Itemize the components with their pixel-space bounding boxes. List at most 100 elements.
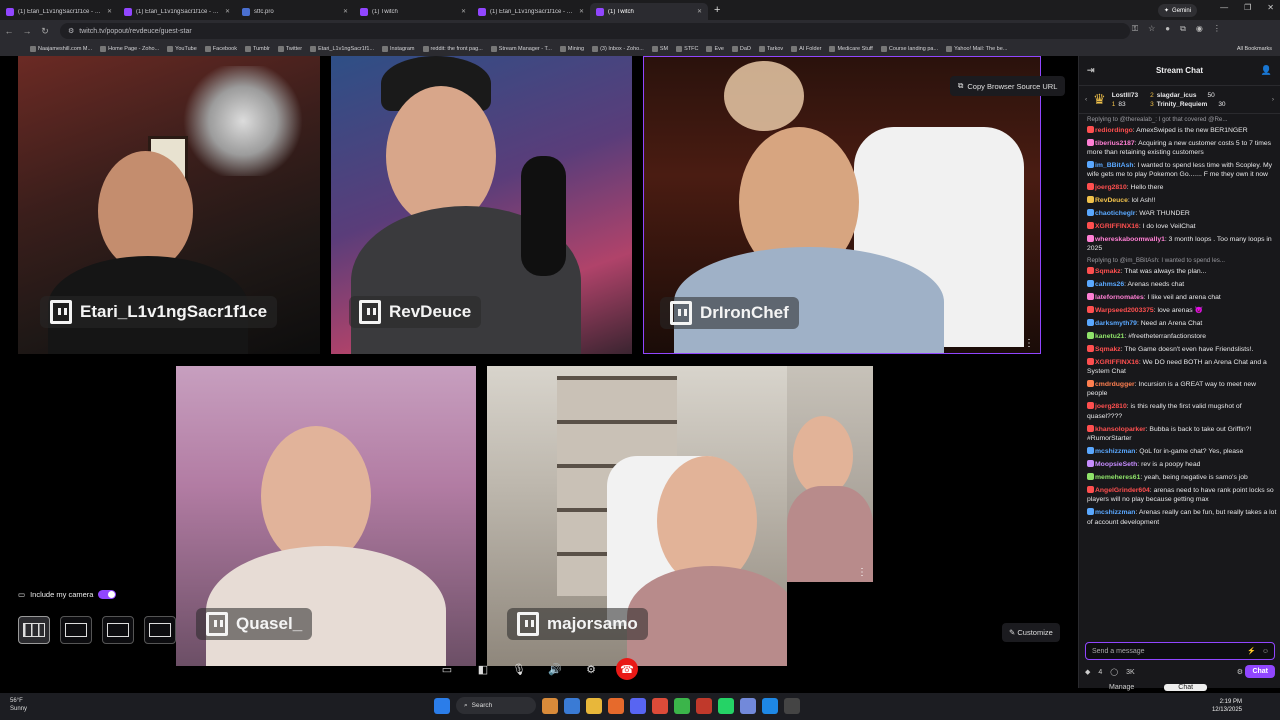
manage-tab[interactable]: Manage — [1109, 684, 1134, 691]
chat-username[interactable]: whereskaboomwally1 — [1095, 236, 1165, 243]
chat-username[interactable]: memeheres61 — [1095, 474, 1140, 481]
chat-username[interactable]: chaoticheglr — [1095, 210, 1135, 217]
app-icon[interactable] — [762, 697, 778, 714]
video-tile-majorsamo[interactable]: majorsamo — [487, 366, 787, 666]
app-icon[interactable] — [564, 697, 580, 714]
bookmark-item[interactable]: Naajameshill.com M... — [30, 46, 92, 52]
reply-context[interactable]: Replying to @im_BBitAsh: I wanted to spe… — [1087, 257, 1277, 266]
firefox-icon[interactable] — [608, 697, 624, 714]
bookmark-item[interactable]: Twitter — [277, 46, 302, 52]
layout-spotlight-button[interactable] — [102, 616, 134, 644]
chat-users-icon[interactable]: 👤 — [1261, 65, 1272, 76]
chat-message[interactable]: cahms26: Arenas needs chat — [1087, 279, 1277, 289]
chat-username[interactable]: latefornomates — [1095, 294, 1144, 301]
chat-message[interactable]: joerg2810: Hello there — [1087, 183, 1277, 192]
video-tile-quasel[interactable]: Quasel_ — [176, 366, 476, 666]
chat-message[interactable]: Sqmakz: The Game doesn't even have Frien… — [1087, 344, 1277, 354]
bookmark-item[interactable]: Tumblr — [244, 46, 270, 52]
customize-button[interactable]: ✎ Customize — [1002, 623, 1060, 642]
chat-username[interactable]: khansoloparker — [1095, 426, 1146, 433]
chat-username[interactable]: cmdrdugger — [1095, 381, 1135, 388]
audio-button[interactable]: 🔊 — [544, 658, 566, 680]
microphone-button[interactable]: 🎙 — [508, 658, 530, 680]
chat-username[interactable]: joerg2810 — [1095, 403, 1127, 410]
minimize-icon[interactable]: — — [1220, 3, 1228, 12]
bookmark-item[interactable]: Tarkov — [758, 46, 783, 52]
app-icon[interactable] — [674, 697, 690, 714]
chat-input[interactable]: Send a message ⚡ ☺ — [1085, 642, 1275, 660]
bookmark-item[interactable]: Facebook — [204, 46, 237, 52]
bookmark-item[interactable]: Eve — [706, 46, 724, 52]
chat-username[interactable]: Sqmakz — [1095, 268, 1121, 275]
chat-username[interactable]: mcshizzman — [1095, 509, 1135, 516]
close-tab-icon[interactable]: ✕ — [107, 8, 112, 15]
bookmark-item[interactable]: Instagram — [382, 46, 415, 52]
taskbar-search[interactable]: ⌕ Search — [456, 697, 536, 714]
bookmark-item[interactable]: Stream Manager - T... — [490, 46, 552, 52]
discord-icon[interactable] — [630, 697, 646, 714]
chat-message[interactable]: darksmyth79: Need an Arena Chat — [1087, 318, 1277, 328]
bookmark-item[interactable]: Mining — [559, 46, 584, 52]
bits-icon[interactable]: ◆ — [1085, 668, 1090, 676]
chat-message[interactable]: AngelGrinder604: arenas need to have ran… — [1087, 486, 1277, 505]
screen-share-button[interactable]: ▭ — [436, 658, 458, 680]
bookmark-item[interactable]: Medicare Stuff — [829, 46, 873, 52]
copy-browser-source-url-button[interactable]: ⧉ Copy Browser Source URL — [950, 76, 1066, 96]
extension-icon[interactable]: ● — [1165, 24, 1170, 34]
browser-tab[interactable]: (1) Twitch ✕ — [354, 3, 472, 20]
chat-message[interactable]: whereskaboomwally1: 3 month loops . Too … — [1087, 235, 1277, 254]
bookmark-item[interactable]: Yahoo! Mail: The be... — [946, 46, 1007, 52]
chat-message[interactable]: kanetu21: #freetheterranfactionstore — [1087, 331, 1277, 341]
chat-username[interactable]: Warpseed2003375 — [1095, 307, 1154, 314]
chat-username[interactable]: RevDeuce — [1095, 197, 1128, 204]
chat-username[interactable]: XGRIFFINX16 — [1095, 223, 1139, 230]
bookmark-star-icon[interactable]: ☆ — [1148, 24, 1155, 34]
chat-message[interactable]: im_BBitAsh: I wanted to spend less time … — [1087, 160, 1277, 180]
camera-button[interactable]: ◧ — [472, 658, 494, 680]
chat-username[interactable]: tiberius2187 — [1095, 140, 1135, 147]
toggle-switch[interactable] — [98, 590, 117, 599]
chat-tab[interactable]: Chat — [1164, 684, 1208, 691]
bookmark-item[interactable]: AI Folder — [791, 46, 821, 52]
channel-points-icon[interactable]: ◯ — [1110, 668, 1118, 676]
video-tile-preview[interactable]: ⋮ — [787, 366, 873, 582]
chat-message[interactable]: RevDeuce: lol Ash!! — [1087, 196, 1277, 205]
app-icon[interactable] — [784, 697, 800, 714]
close-tab-icon[interactable]: ✕ — [461, 8, 466, 15]
tile-options-icon[interactable]: ⋮ — [857, 567, 867, 578]
chat-username[interactable]: MoopsieSeth — [1095, 461, 1137, 468]
chat-message[interactable]: XGRIFFINX16: I do love VeilChat — [1087, 222, 1277, 231]
chat-username[interactable]: rediordingo — [1095, 127, 1133, 134]
reload-icon[interactable]: ↻ — [36, 26, 54, 37]
bookmark-item[interactable]: reddit: the front pag... — [422, 46, 483, 52]
chat-message[interactable]: khansoloparker: Bubba is back to take ou… — [1087, 424, 1277, 444]
browser-tab[interactable]: (1) Etari_L1v1ngSacr1f1ce - Twi ✕ — [472, 3, 590, 20]
chat-settings-icon[interactable]: ⚙ — [1237, 668, 1243, 676]
browser-tab[interactable]: (1) Etari_L1v1ngSacr1f1ce - Vid ✕ — [0, 3, 118, 20]
chat-message[interactable]: tiberius2187: Acquiring a new customer c… — [1087, 138, 1277, 158]
leave-call-button[interactable]: ☎ — [616, 658, 638, 680]
profile-avatar-icon[interactable]: ◉ — [1196, 24, 1203, 34]
bookmark-item[interactable]: YouTube — [167, 46, 197, 52]
chat-username[interactable]: cahms26 — [1095, 281, 1124, 288]
new-tab-icon[interactable]: + — [708, 4, 726, 16]
file-explorer-icon[interactable] — [586, 697, 602, 714]
video-tile-revdeuce[interactable]: RevDeuce — [331, 56, 632, 354]
chat-message[interactable]: memeheres61: yeah, being negative is sam… — [1087, 473, 1277, 482]
collapse-chat-icon[interactable]: ⇥ — [1087, 65, 1095, 76]
layout-sidebar-button[interactable] — [60, 616, 92, 644]
close-tab-icon[interactable]: ✕ — [343, 8, 348, 15]
chat-username[interactable]: darksmyth79 — [1095, 320, 1137, 327]
magic-wand-icon[interactable]: ⚡ — [1247, 647, 1256, 655]
send-chat-button[interactable]: Chat — [1245, 665, 1275, 678]
bookmark-item[interactable]: STFC — [676, 46, 698, 52]
layout-grid-button[interactable] — [18, 616, 50, 644]
chat-message[interactable]: cmdrdugger: Incursion is a GREAT way to … — [1087, 380, 1277, 399]
chat-message[interactable]: XGRIFFINX16: We DO need BOTH an Arena Ch… — [1087, 357, 1277, 377]
bookmark-item[interactable]: DaD — [731, 46, 751, 52]
maximize-icon[interactable]: ❐ — [1244, 3, 1251, 12]
chat-username[interactable]: mcshizzman — [1095, 448, 1135, 455]
chat-message[interactable]: MoopsieSeth: rev is a poopy head — [1087, 460, 1277, 469]
system-clock[interactable]: 2:19 PM 12/13/2025 — [1212, 698, 1242, 715]
emote-picker-icon[interactable]: ☺ — [1262, 648, 1269, 655]
